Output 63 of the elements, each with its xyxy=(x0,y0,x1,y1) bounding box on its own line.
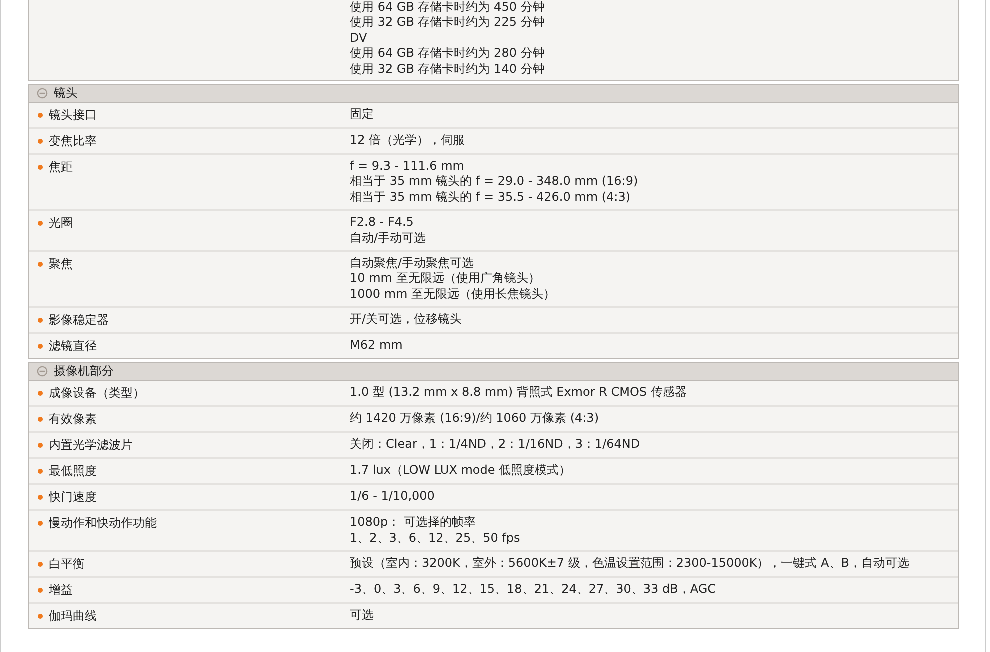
bullet-icon xyxy=(38,113,43,118)
spec-value: 使用 32 GB 存储卡时约为 225 分钟 xyxy=(350,15,545,31)
bullet-icon xyxy=(38,614,43,620)
spec-label: 聚焦 xyxy=(49,256,73,272)
spec-value: 预设（室内：3200K，室外：5600K±7 级，色温设置范围：2300-15000K），一键式 A、B，自动可选 xyxy=(350,556,910,572)
bullet-icon xyxy=(38,318,43,324)
spec-value: 约 1420 万像素 (16:9)/约 1060 万像素 (4:3) xyxy=(350,411,599,427)
spec-value: 10 mm 至无限远（使用广角镜头） xyxy=(350,271,542,287)
spec-label: 成像设备（类型） xyxy=(49,385,145,402)
spec-value: 相当于 35 mm 镜头的 f = 29.0 - 348.0 mm (16:9) xyxy=(350,174,638,190)
spec-label: 变焦比率 xyxy=(49,133,97,150)
spec-label: 白平衡 xyxy=(49,556,85,572)
spec-label: 增益 xyxy=(49,582,73,598)
bullet-icon xyxy=(38,469,43,474)
spec-value: 使用 32 GB 存储卡时约为 140 分钟 xyxy=(350,62,545,78)
collapse-icon xyxy=(37,366,48,378)
bullet-icon xyxy=(38,262,43,268)
spec-value: 1.7 lux（LOW LUX mode 低照度模式） xyxy=(350,463,572,479)
spec-value: 1.0 型 (13.2 mm x 8.8 mm) 背照式 Exmor R CMOS 传感器 xyxy=(350,385,687,401)
bullet-icon xyxy=(38,139,43,144)
spec-value: 1000 mm 至无限远（使用长焦镜头） xyxy=(350,286,556,302)
bullet-icon xyxy=(38,344,43,350)
spec-value: DV xyxy=(350,30,368,46)
bullet-icon xyxy=(38,417,43,422)
bullet-icon xyxy=(38,443,43,448)
bullet-icon xyxy=(38,165,43,170)
spec-value: 相当于 35 mm 镜头的 f = 35.5 - 426.0 mm (4:3) xyxy=(350,190,632,206)
spec-label: 镜头接口 xyxy=(49,107,97,124)
spec-value: -3、0、3、6、9、12、15、18、21、24、27、30、33 dB，AGC xyxy=(350,582,716,598)
bullet-icon xyxy=(38,495,43,500)
spec-value: 使用 64 GB 存储卡时约为 280 分钟 xyxy=(350,46,545,62)
spec-label: 滤镜直径 xyxy=(49,338,97,354)
spec-value: 开/关可选，位移镜头 xyxy=(350,312,462,328)
spec-value: 12 倍（光学），伺服 xyxy=(350,133,466,148)
spec-label: 伽玛曲线 xyxy=(49,608,97,624)
spec-value: 使用 64 GB 存储卡时约为 450 分钟 xyxy=(350,0,545,16)
spec-value: 1080p： 可选择的帧率 xyxy=(350,515,477,531)
spec-value: 自动聚焦/手动聚焦可选 xyxy=(350,256,476,272)
collapse-icon xyxy=(37,88,48,100)
spec-value: 1、2、3、6、12、25、50 fps xyxy=(350,530,520,546)
spec-value: f = 9.3 - 111.6 mm xyxy=(350,159,466,174)
spec-label: 内置光学滤波片 xyxy=(49,437,133,454)
section-header[interactable]: 镜头 xyxy=(29,85,958,104)
spec-value: M62 mm xyxy=(350,338,403,354)
bullet-icon xyxy=(38,521,43,526)
spec-value: F2.8 - F4.5 xyxy=(350,215,415,231)
spec-label: 光圈 xyxy=(49,215,73,232)
spec-value: 固定 xyxy=(350,107,374,122)
bullet-icon xyxy=(38,221,43,226)
spec-value: 可选 xyxy=(350,608,374,624)
spec-value: 关闭：Clear，1：1/4ND，2：1/16ND，3：1/64ND xyxy=(350,437,640,453)
bullet-icon xyxy=(38,588,43,594)
spec-label: 影像稳定器 xyxy=(49,312,109,328)
spec-label: 有效像素 xyxy=(49,411,97,428)
spec-label: 焦距 xyxy=(49,159,73,176)
spec-value: 自动/手动可选 xyxy=(350,230,426,246)
spec-value: 1/6 - 1/10,000 xyxy=(350,489,435,505)
spec-label: 最低照度 xyxy=(49,463,97,480)
spec-label: 慢动作和快动作功能 xyxy=(49,515,157,532)
bullet-icon xyxy=(38,391,43,396)
section-header[interactable]: 摄像机部分 xyxy=(29,363,958,382)
spec-label: 快门速度 xyxy=(49,489,97,506)
bullet-icon xyxy=(38,562,43,568)
